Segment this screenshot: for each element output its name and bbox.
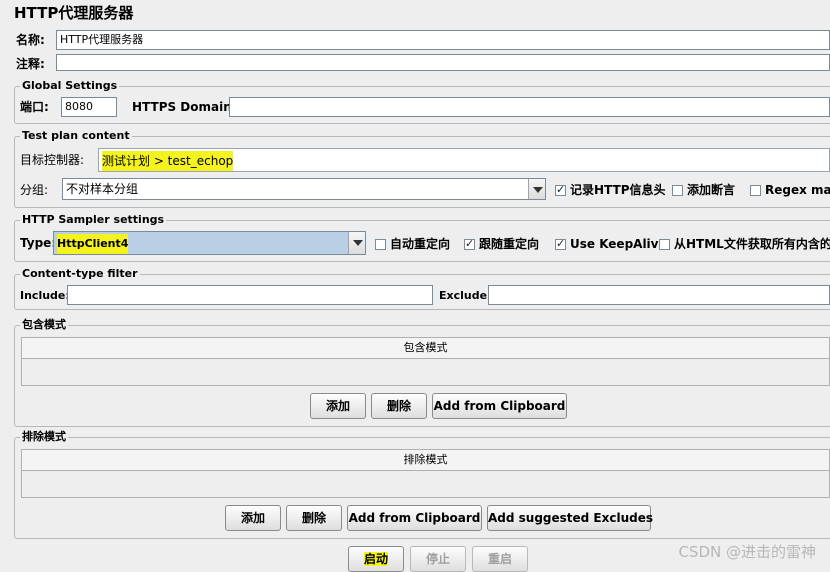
global-settings-legend: Global Settings — [20, 79, 120, 93]
type-value: HttpClient4 — [57, 234, 129, 254]
grouping-select[interactable]: 不对样本分组 — [62, 178, 546, 200]
checkbox-unchecked-icon — [750, 185, 761, 196]
checkbox-checked-icon — [555, 183, 566, 197]
type-label: Type: — [20, 236, 57, 250]
checkbox-unchecked-icon — [672, 185, 683, 196]
exclude-delete-button[interactable]: 删除 — [286, 505, 342, 531]
auto-redirect-checkbox[interactable]: 自动重定向 — [375, 237, 450, 251]
exclude-patterns-legend: 排除模式 — [20, 430, 68, 444]
exclude-label: Exclude: — [439, 289, 492, 302]
include-patterns-legend: 包含模式 — [20, 318, 68, 332]
content-type-filter-legend: Content-type filter — [20, 267, 140, 281]
include-add-button[interactable]: 添加 — [310, 393, 366, 419]
capture-headers-checkbox[interactable]: 记录HTTP信息头 — [555, 183, 666, 197]
exclude-add-button[interactable]: 添加 — [225, 505, 281, 531]
https-domains-field[interactable] — [229, 97, 830, 117]
target-controller-label: 目标控制器: — [20, 153, 85, 167]
include-field[interactable] — [67, 285, 433, 305]
retrieve-embedded-checkbox[interactable]: 从HTML文件获取所有内含的资 — [659, 237, 830, 251]
sampler-settings-legend: HTTP Sampler settings — [20, 213, 167, 227]
table-column-header[interactable]: 排除模式 — [22, 450, 829, 471]
include-clipboard-button[interactable]: Add from Clipboard — [432, 393, 567, 419]
include-label: Include: — [20, 289, 70, 302]
target-controller-value: 测试计划 > test_echop — [102, 151, 234, 171]
target-controller-select[interactable]: 测试计划 > test_echop — [98, 148, 830, 172]
exclude-patterns-table[interactable]: 排除模式 — [21, 449, 830, 498]
restart-button[interactable]: 重启 — [472, 546, 528, 572]
chevron-down-icon[interactable] — [348, 232, 365, 254]
checkbox-unchecked-icon — [375, 239, 386, 250]
stop-button[interactable]: 停止 — [410, 546, 466, 572]
follow-redirects-checkbox[interactable]: 跟随重定向 — [464, 237, 539, 251]
name-field[interactable]: HTTP代理服务器 — [56, 30, 830, 50]
comment-label: 注释: — [16, 57, 45, 71]
comment-field[interactable] — [56, 54, 830, 71]
start-button-label: 启动 — [363, 552, 388, 566]
page-title: HTTP代理服务器 — [14, 4, 134, 22]
name-label: 名称: — [16, 33, 45, 47]
checkbox-checked-icon — [464, 237, 475, 251]
port-label: 端口: — [20, 100, 49, 114]
exclude-field[interactable] — [488, 285, 830, 305]
test-plan-content-legend: Test plan content — [20, 129, 132, 143]
exclude-clipboard-button[interactable]: Add from Clipboard — [347, 505, 482, 531]
watermark: CSDN @进击的雷神 — [678, 543, 816, 561]
start-button[interactable]: 启动 — [348, 546, 404, 572]
grouping-value: 不对样本分组 — [66, 182, 139, 196]
add-assertions-checkbox[interactable]: 添加断言 — [672, 183, 735, 197]
port-field[interactable]: 8080 — [61, 97, 117, 117]
grouping-label: 分组: — [20, 183, 49, 197]
include-patterns-table[interactable]: 包含模式 — [21, 337, 830, 386]
checkbox-checked-icon — [555, 237, 566, 251]
table-column-header[interactable]: 包含模式 — [22, 338, 829, 359]
type-select[interactable]: HttpClient4 — [53, 231, 366, 255]
regex-match-checkbox[interactable]: Regex matc — [750, 183, 830, 197]
chevron-down-icon[interactable] — [528, 179, 545, 199]
keepalive-checkbox[interactable]: Use KeepAlive — [555, 237, 667, 251]
include-delete-button[interactable]: 删除 — [371, 393, 427, 419]
add-suggested-excludes-button[interactable]: Add suggested Excludes — [487, 505, 653, 531]
checkbox-unchecked-icon — [659, 239, 670, 250]
